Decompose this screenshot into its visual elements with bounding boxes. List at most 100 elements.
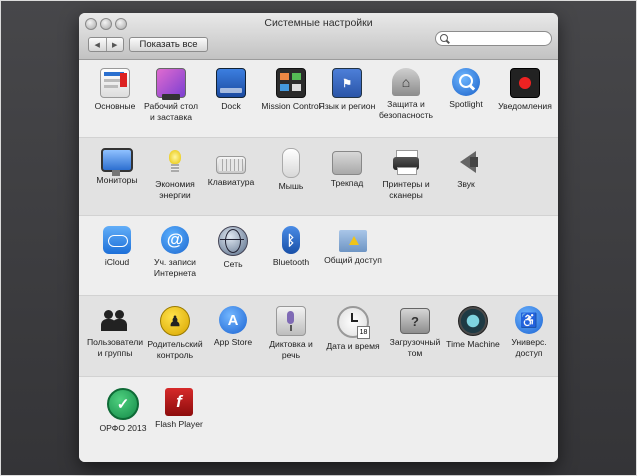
- disk-icon: ?: [400, 308, 430, 334]
- pref-pane-language-region[interactable]: ⚑ Язык и регион: [317, 68, 377, 112]
- pref-pane-displays[interactable]: Мониторы: [87, 148, 147, 186]
- pref-pane-orfo[interactable]: ✓ ОРФО 2013: [93, 388, 153, 434]
- clock-icon: 18: [337, 306, 370, 339]
- pref-pane-label: Пользователи и группы: [86, 337, 144, 358]
- pref-pane-label: Мышь: [278, 181, 304, 191]
- back-forward-control: ◀ ▶: [88, 37, 124, 52]
- house-lock-icon: ⌂: [392, 68, 420, 96]
- microphone-icon: [276, 306, 306, 336]
- pref-pane-users-groups[interactable]: Пользователи и группы: [85, 306, 145, 358]
- printer-icon: [392, 148, 420, 176]
- pref-pane-general[interactable]: Основные: [85, 68, 145, 112]
- pref-pane-label: Основные: [94, 101, 136, 111]
- pref-pane-printers-scanners[interactable]: Принтеры и сканеры: [376, 148, 436, 200]
- pref-pane-label: Сеть: [223, 259, 243, 269]
- pref-pane-keyboard[interactable]: Клавиатура: [201, 148, 261, 188]
- pref-pane-label: Уведомления: [498, 101, 552, 111]
- appstore-icon: A: [219, 306, 247, 334]
- pref-pane-label: Принтеры и сканеры: [382, 179, 430, 200]
- pref-pane-label: Мониторы: [96, 175, 138, 185]
- pref-pane-sharing[interactable]: Общий доступ: [323, 226, 383, 266]
- pref-pane-label: Клавиатура: [207, 177, 255, 187]
- flag-icon: ⚑: [332, 68, 362, 98]
- pref-pane-energy-saver[interactable]: Экономия энергии: [145, 148, 205, 200]
- pref-pane-security[interactable]: ⌂ Защита и безопасность: [376, 68, 436, 120]
- flash-icon: f: [165, 388, 193, 416]
- pref-pane-label: Уч. записи Интернета: [153, 257, 197, 278]
- globe-icon: [218, 226, 248, 256]
- pref-pane-label: App Store: [213, 337, 253, 347]
- pref-pane-date-time[interactable]: 18 Дата и время: [323, 306, 383, 352]
- pref-pane-notifications[interactable]: Уведомления: [495, 68, 555, 112]
- trackpad-icon: [332, 151, 362, 175]
- pref-pane-label: Универс. доступ: [511, 337, 547, 358]
- monitor-icon: [101, 148, 133, 176]
- desktop-icon: [156, 68, 186, 100]
- pref-pane-internet-accounts[interactable]: @ Уч. записи Интернета: [145, 226, 205, 278]
- pref-pane-label: Mission Control: [261, 101, 321, 111]
- pref-pane-time-machine[interactable]: Time Machine: [443, 306, 503, 350]
- pref-pane-label: Flash Player: [155, 419, 203, 429]
- pref-pane-label: Spotlight: [449, 99, 483, 109]
- pref-pane-icloud[interactable]: iCloud: [87, 226, 147, 268]
- pref-pane-label: Bluetooth: [272, 257, 310, 267]
- pref-pane-spotlight[interactable]: Spotlight: [436, 68, 496, 110]
- pref-pane-label: ОРФО 2013: [99, 423, 147, 433]
- pref-pane-label: Трекпад: [330, 178, 364, 188]
- notifications-icon: [510, 68, 540, 98]
- pref-pane-parental-controls[interactable]: ♟ Родительский контроль: [145, 306, 205, 360]
- pref-pane-label: Time Machine: [446, 339, 500, 349]
- pref-pane-flash-player[interactable]: f Flash Player: [149, 388, 209, 430]
- parental-icon: ♟: [160, 306, 190, 336]
- pref-pane-label: Dock: [221, 101, 241, 111]
- pref-pane-accessibility[interactable]: ♿ Универс. доступ: [499, 306, 558, 358]
- spotlight-icon: [452, 68, 480, 96]
- pref-pane-label: Родительский контроль: [147, 339, 203, 360]
- pref-pane-sound[interactable]: Звук: [436, 148, 496, 190]
- titlebar: Системные настройки ◀ ▶ Показать все: [79, 13, 558, 60]
- cloud-icon: [103, 226, 131, 254]
- pref-pane-label: iCloud: [104, 257, 130, 267]
- pref-pane-dock[interactable]: Dock: [201, 68, 261, 112]
- checkmark-icon: ✓: [107, 388, 139, 420]
- pref-pane-label: Диктовка и речь: [269, 339, 313, 360]
- pref-pane-dictation-speech[interactable]: Диктовка и речь: [261, 306, 321, 360]
- pref-pane-network[interactable]: Сеть: [203, 226, 263, 270]
- pref-pane-trackpad[interactable]: Трекпад: [317, 148, 377, 189]
- folder-icon: [339, 230, 367, 252]
- pref-pane-desktop-screensaver[interactable]: Рабочий стол и заставка: [141, 68, 201, 122]
- window-title: Системные настройки: [264, 17, 373, 29]
- show-all-button[interactable]: Показать все: [129, 37, 208, 52]
- search-icon: [440, 34, 448, 42]
- mouse-icon: [282, 148, 300, 178]
- pref-pane-mission-control[interactable]: Mission Control: [261, 68, 321, 112]
- pref-pane-label: Дата и время: [326, 341, 380, 351]
- back-button[interactable]: ◀: [89, 38, 107, 51]
- keyboard-icon: [216, 156, 246, 174]
- pref-pane-label: Рабочий стол и заставка: [144, 101, 198, 122]
- speaker-icon: [452, 148, 480, 176]
- pref-pane-label: Общий доступ: [324, 255, 382, 265]
- users-icon: [101, 306, 129, 334]
- pref-pane-label: Загрузочный том: [389, 337, 441, 358]
- dock-icon: [216, 68, 246, 98]
- system-preferences-window: Системные настройки ◀ ▶ Показать все Осн…: [79, 13, 558, 462]
- pref-pane-label: Звук: [457, 179, 475, 189]
- preferences-pane-grid: Основные Рабочий стол и заставка Dock Missi…: [79, 60, 558, 462]
- pref-pane-app-store[interactable]: A App Store: [203, 306, 263, 348]
- accessibility-icon: ♿: [515, 306, 543, 334]
- mission-control-icon: [276, 68, 306, 98]
- pref-pane-bluetooth[interactable]: ᛒ Bluetooth: [261, 226, 321, 268]
- pref-pane-startup-disk[interactable]: ? Загрузочный том: [385, 306, 445, 358]
- at-icon: @: [161, 226, 189, 254]
- forward-button[interactable]: ▶: [107, 38, 124, 51]
- pref-pane-mouse[interactable]: Мышь: [261, 148, 321, 192]
- general-icon: [100, 68, 130, 98]
- time-machine-icon: [458, 306, 488, 336]
- pref-pane-label: Экономия энергии: [155, 179, 195, 200]
- bulb-icon: [161, 148, 189, 176]
- pref-pane-label: Защита и безопасность: [378, 99, 433, 120]
- search-field[interactable]: [435, 31, 552, 46]
- pref-pane-label: Язык и регион: [318, 101, 376, 111]
- bluetooth-icon: ᛒ: [282, 226, 300, 254]
